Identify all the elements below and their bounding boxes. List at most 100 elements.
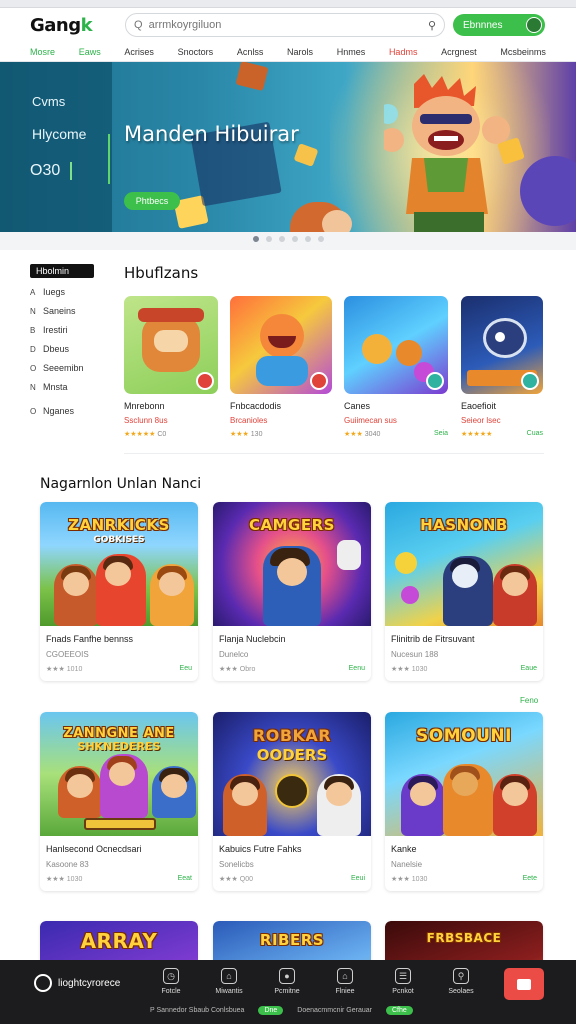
game-card[interactable]: ZANNGNE ANE SHKNEDERES Hanlsecond Ocnecd… [40,712,198,891]
nav-item[interactable]: Mcsbeinms [500,47,546,57]
character [263,546,321,626]
featured-rating: ★★★ 130 [230,430,332,438]
hero-divider [108,134,110,184]
bottom-nav-item[interactable]: ⚲ Seolaes [432,968,490,995]
featured-action[interactable]: Seia [434,430,448,438]
hero-cta-button[interactable]: Phtbecs [124,192,180,210]
bottom-nav-item[interactable]: ● Pcmitne [258,968,316,995]
character [100,754,148,818]
bottom-nav-item[interactable]: ⌂ Miwantis [200,968,258,995]
footer-link[interactable]: P Sannedor Sbaub Conlsbuea [150,1007,244,1014]
carousel-dot[interactable] [278,236,285,242]
game-action[interactable]: Eeu [180,665,192,673]
sidebar-item[interactable]: N Mnsta [30,382,100,392]
featured-card[interactable]: Fnbcacdodis Brcanioles ★★★ 130 [230,296,332,438]
featured-card[interactable]: Eaoefioit Seieor lsec ★★★★★ Cuas [461,296,543,438]
featured-name: Fnbcacdodis [230,401,282,411]
sidebar-item[interactable]: B Irestiri [30,325,100,335]
carousel-dot[interactable] [317,236,324,242]
carousel-dot[interactable] [252,236,259,242]
game-card[interactable]: ZANRKICKS GOBKISES Fnads Fanfhe bennss C… [40,502,198,681]
logo-accent: k [80,14,93,36]
sidebar-item[interactable]: O Nganes [30,406,100,416]
sidebar-item[interactable]: N Saneins [30,306,100,316]
featured-subtitle: Brcanioles [230,416,268,425]
see-more-link[interactable]: Feno [520,696,538,705]
featured-badge [521,372,539,390]
nav-item[interactable]: Hadms [389,47,418,57]
nav-item[interactable]: Acrises [124,47,154,57]
game-action[interactable]: Eeui [351,875,365,883]
game-action[interactable]: Eenu [349,665,365,673]
site-logo[interactable]: Gangk [30,15,125,36]
sidebar-item[interactable]: O Seeemibn [30,363,100,373]
nav-item[interactable]: Hnmes [337,47,366,57]
game-action[interactable]: Eeat [178,875,192,883]
nav-item[interactable]: Acrgnest [441,47,477,57]
carousel-dot[interactable] [304,236,311,242]
character [58,766,102,818]
bottom-nav-item[interactable]: ☰ Pcnkot [374,968,432,995]
featured-subtitle: Seieor lsec [461,416,501,425]
bottom-bar: lioghtcyrorece ◷ Fotcle ⌂ Miwantis ● Pcmitn… [0,960,576,1024]
game-art-title: ARRAY [80,929,158,953]
nav-item[interactable]: Narols [287,47,313,57]
sidebar-item-label: Dbeus [43,344,70,354]
bottom-nav-item[interactable]: ◷ Fotcle [142,968,200,995]
featured-card[interactable]: ​ Canes Guiimecan sus ★★★ 3040 Seia [344,296,448,438]
search-input[interactable] [134,19,428,31]
game-art-title: SOMOUNI [416,726,512,746]
featured-action[interactable]: Cuas [527,430,543,438]
bottom-nav-label: Flniee [335,988,355,995]
bottom-nav-label: Fotcle [161,988,181,995]
character [493,774,537,836]
search-bar[interactable]: ⚲ [125,13,445,37]
section-divider [124,453,544,454]
settings-icon: O [30,406,37,416]
game-art-title: CAMGERS [249,516,335,534]
sidebar-item-label: Nganes [43,406,75,416]
game-action[interactable]: Eaue [521,665,537,673]
footer-link[interactable]: Doenacmmcnir Gerauar [297,1007,372,1014]
nav-item[interactable]: Eaws [79,47,101,57]
bubble [401,586,419,604]
house-icon: ⌂ [337,968,353,984]
carousel-dot[interactable] [265,236,272,242]
game-name: Kabuics Futre Fahks [219,844,302,854]
hero-sidebar [0,62,112,232]
account-button-label: Ebnnnes [463,19,503,31]
game-card[interactable]: HASNONB Flinitrib de Fitrsuvant Nucesun … [385,502,543,681]
bottom-nav-item[interactable]: ⌂ Flniee [316,968,374,995]
sidebar-item[interactable]: A Iuegs [30,287,100,297]
carousel-dot[interactable] [291,236,298,242]
footer-pill[interactable]: Dne [258,1006,284,1015]
game-art: CAMGERS [213,502,371,626]
sidebar-item-label: Saneins [43,306,76,316]
footer-logo[interactable]: lioghtcyrorece [34,974,120,992]
game-action[interactable]: Eete [523,875,537,883]
featured-rating: ★★★★★ Cuas [461,430,543,438]
footer-pill[interactable]: Cfhe [386,1006,413,1015]
account-button[interactable]: Ebnnnes [453,14,545,36]
game-subtitle: Nucesun 188 [391,650,439,659]
sidebar-item[interactable]: D Dbeus [30,344,100,354]
hero-cube [293,143,319,167]
game-card[interactable]: SOMOUNI Kanke Nanelsie ★★★ 1030 Eete [385,712,543,891]
search-icon[interactable]: ⚲ [428,19,436,32]
featured-rating: ★★★★★ C0 [124,430,218,438]
game-art-title: ZANRKICKS [68,516,170,534]
game-art: SOMOUNI [385,712,543,836]
nav-item[interactable]: Snoctors [178,47,214,57]
nav-item[interactable]: Acnlss [237,47,264,57]
gift-button[interactable] [504,968,544,1000]
game-art-title: ROBKAR [252,726,332,745]
star-rating: ★★★ [391,876,410,883]
game-name: Flanja Nuclebcin [219,634,286,644]
calendar-icon: B [30,325,36,335]
window-top-strip [0,0,576,8]
featured-card[interactable]: Mnrebonn Ssclunn 8us ★★★★★ C0 [124,296,218,438]
game-card[interactable]: ROBKAR OODERS Kabuics Futre Fahks Soneli… [213,712,371,891]
hero-banner[interactable]: Cvms Hlycome O30 Manden Hibuirar Phtbecs [0,62,576,232]
nav-item[interactable]: Mosre [30,47,55,57]
game-card[interactable]: CAMGERS Flanja Nuclebcin Dunelco ★★★ Obr… [213,502,371,681]
